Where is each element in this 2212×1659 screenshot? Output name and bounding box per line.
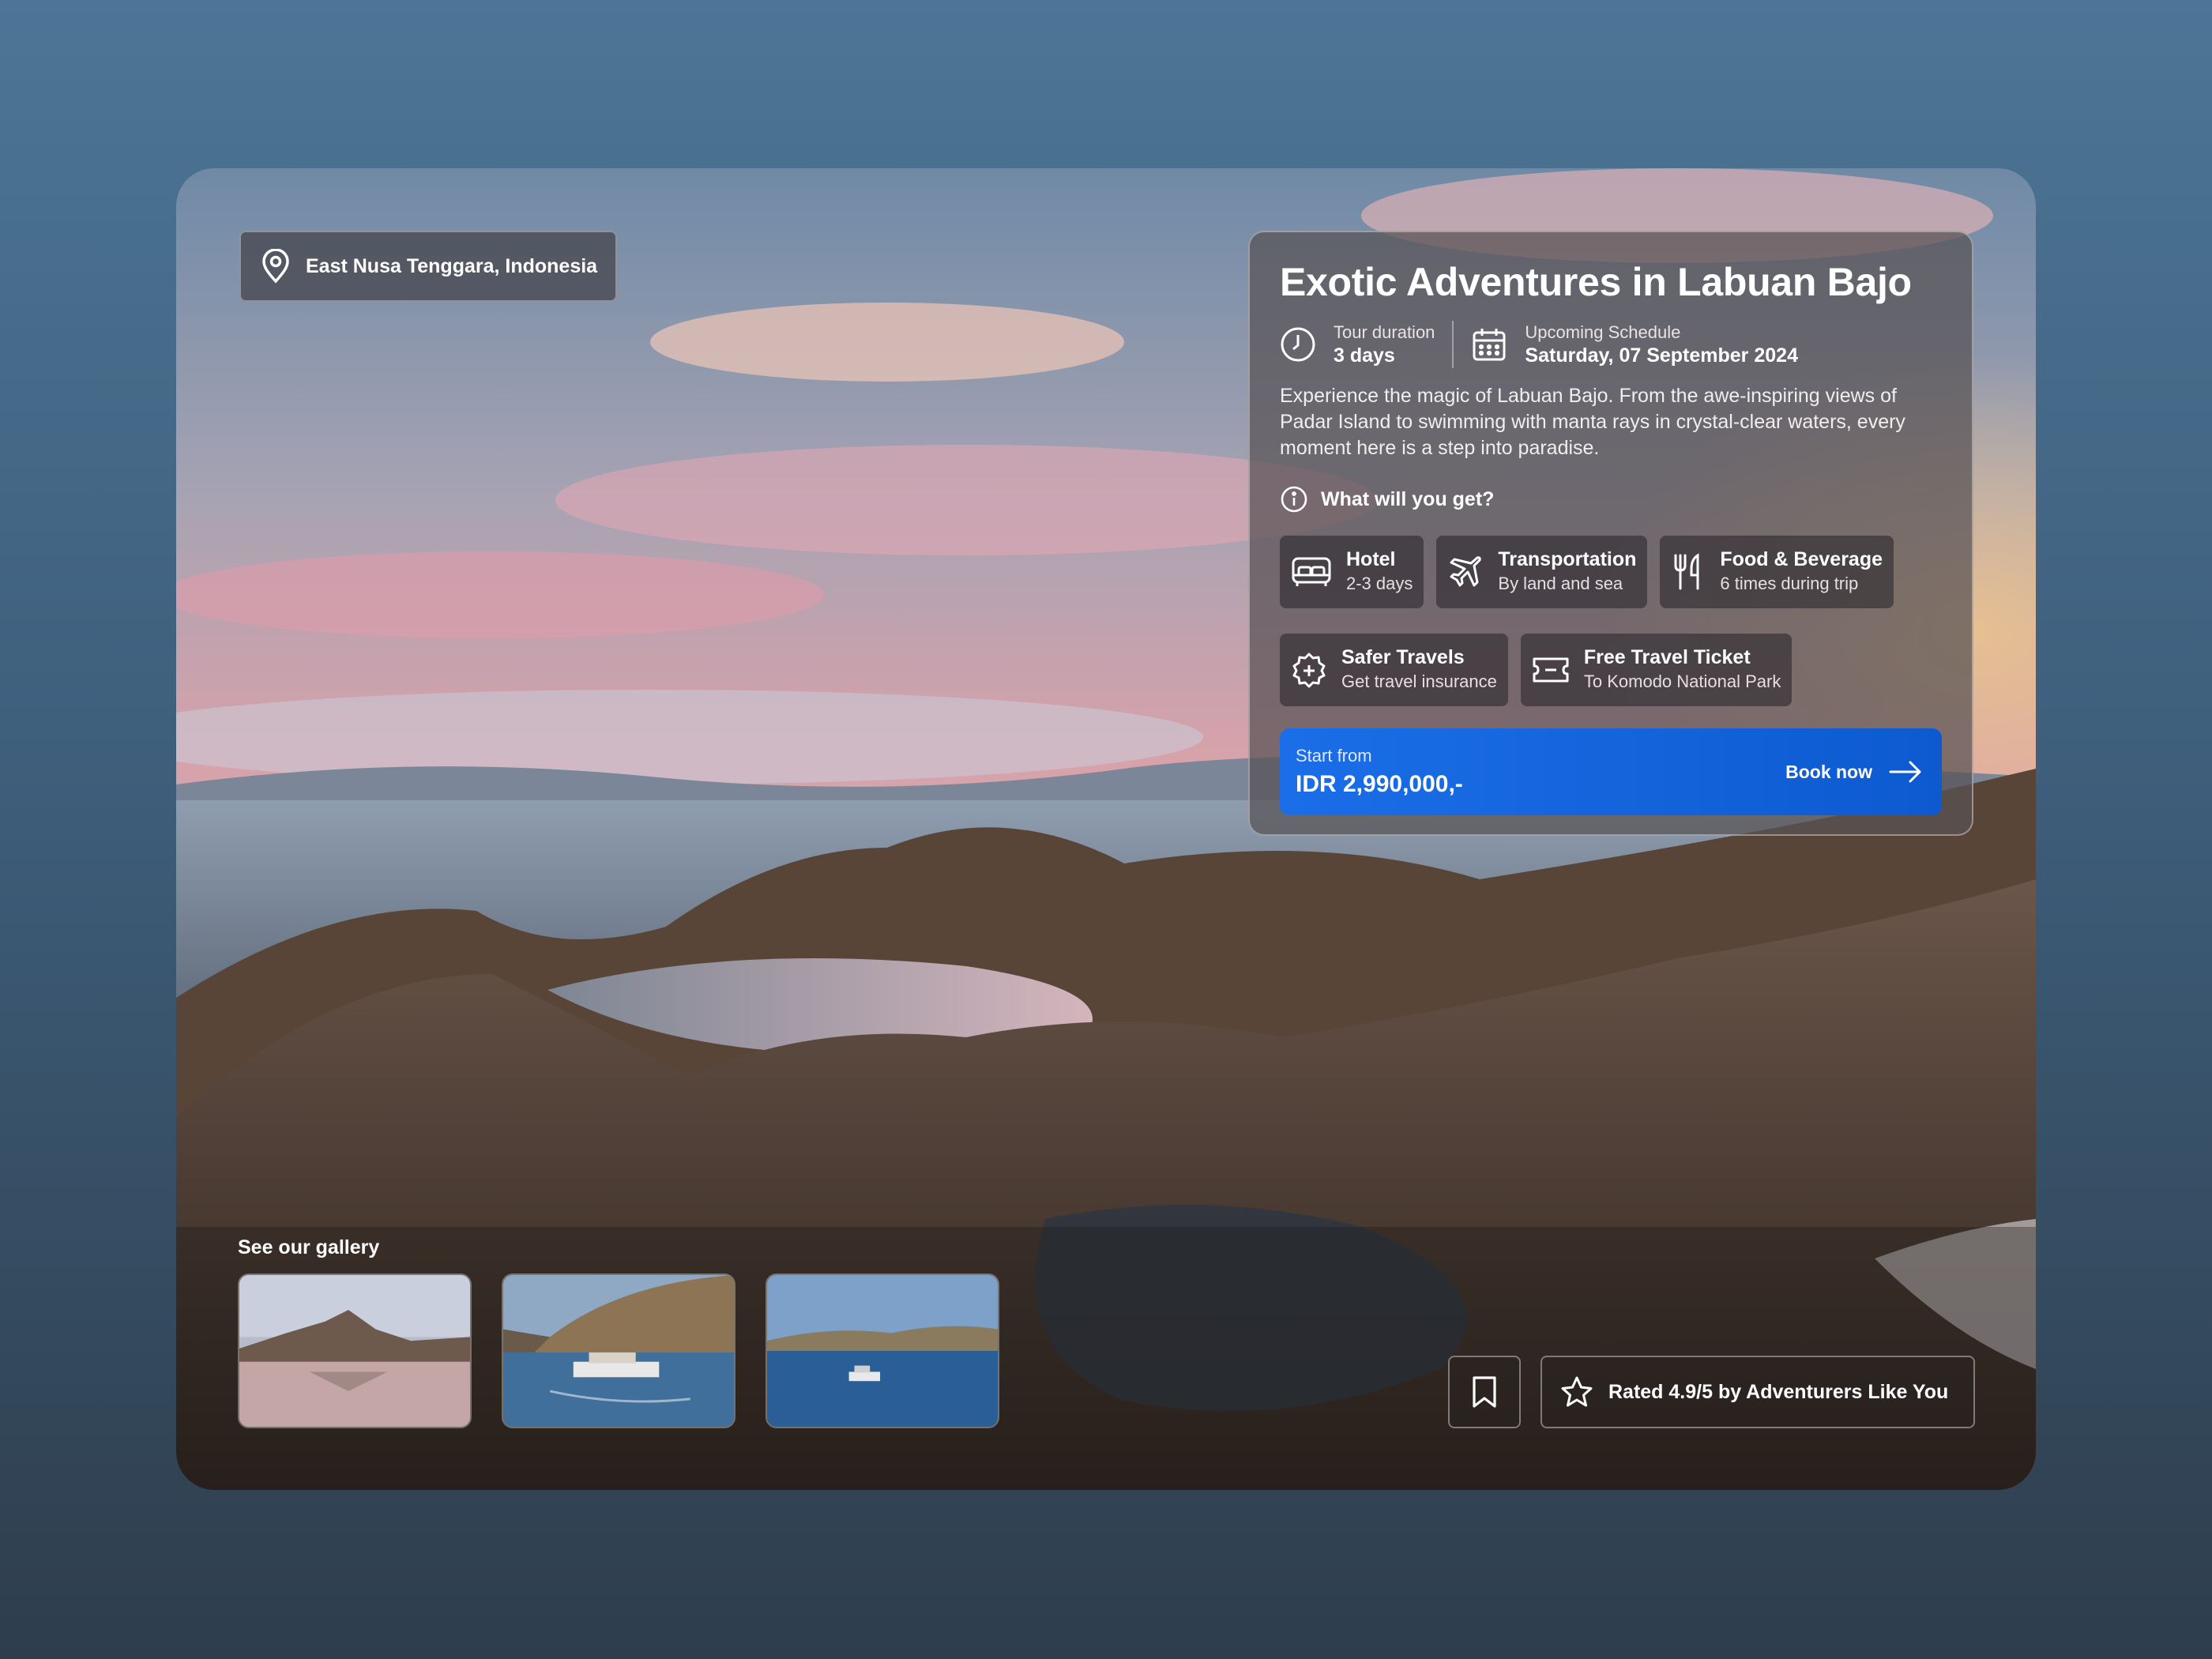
- feature-free-ticket: Free Travel Ticket To Komodo National Pa…: [1520, 634, 1793, 706]
- tour-meta: Tour duration 3 days Upcoming Schedule S…: [1280, 318, 1942, 371]
- shield-badge-icon: [1292, 653, 1326, 688]
- book-now-label: Book now: [1785, 761, 1872, 782]
- feature-title: Safer Travels: [1341, 645, 1465, 668]
- arrow-right-icon: [1889, 761, 1921, 783]
- tour-duration: Tour duration 3 days: [1280, 321, 1435, 369]
- includes-heading-text: What will you get?: [1321, 487, 1495, 510]
- meta-divider: [1452, 321, 1454, 368]
- feature-subtitle: To Komodo National Park: [1583, 672, 1781, 692]
- price-value: IDR 2,990,000,-: [1296, 771, 1463, 797]
- fork-knife-icon: [1674, 553, 1699, 590]
- tour-title: Exotic Adventures in Labuan Bajo: [1280, 260, 1912, 304]
- includes-list: Hotel 2-3 days Transportation By land an…: [1280, 536, 1942, 706]
- duration-label: Tour duration: [1334, 322, 1435, 342]
- star-icon: [1561, 1376, 1593, 1407]
- feature-title: Food & Beverage: [1720, 547, 1883, 570]
- gallery-thumbnail-1[interactable]: [238, 1273, 472, 1428]
- ticket-icon: [1533, 657, 1569, 683]
- info-icon: [1281, 486, 1307, 513]
- feature-hotel: Hotel 2-3 days: [1280, 536, 1424, 608]
- duration-value: 3 days: [1334, 344, 1395, 367]
- schedule-label: Upcoming Schedule: [1525, 322, 1681, 342]
- gallery-thumbnail-2[interactable]: [502, 1273, 735, 1428]
- calendar-icon: [1473, 329, 1506, 361]
- feature-transportation: Transportation By land and sea: [1436, 536, 1648, 608]
- gallery-thumbnails: [238, 1273, 999, 1428]
- gallery-title: See our gallery: [238, 1236, 380, 1258]
- start-from-label: Start from: [1296, 746, 1372, 766]
- location-text: East Nusa Tenggara, Indonesia: [306, 254, 598, 277]
- tour-schedule: Upcoming Schedule Saturday, 07 September…: [1471, 321, 1798, 369]
- bookmark-button[interactable]: [1448, 1356, 1521, 1428]
- bed-icon: [1292, 557, 1331, 586]
- feature-subtitle: 6 times during trip: [1720, 574, 1859, 594]
- tour-info-panel: Exotic Adventures in Labuan Bajo Tour du…: [1248, 231, 1973, 836]
- feature-safer-travels: Safer Travels Get travel insurance: [1280, 634, 1508, 706]
- rating-text: Rated 4.9/5 by Adventurers Like You: [1608, 1380, 1949, 1403]
- book-now-button[interactable]: Start from IDR 2,990,000,- Book now: [1280, 728, 1942, 815]
- map-pin-icon: [262, 249, 289, 284]
- feature-subtitle: By land and sea: [1498, 574, 1623, 594]
- rating-badge: Rated 4.9/5 by Adventurers Like You: [1540, 1356, 1975, 1428]
- tour-card: East Nusa Tenggara, Indonesia Exotic Adv…: [176, 168, 2036, 1490]
- clock-icon: [1281, 327, 1315, 362]
- schedule-value: Saturday, 07 September 2024: [1525, 344, 1798, 367]
- location-badge: East Nusa Tenggara, Indonesia: [239, 231, 617, 302]
- bookmark-icon: [1473, 1376, 1496, 1408]
- feature-subtitle: 2-3 days: [1346, 574, 1413, 594]
- feature-title: Transportation: [1498, 547, 1637, 570]
- feature-food-beverage: Food & Beverage 6 times during trip: [1660, 536, 1894, 608]
- includes-heading: What will you get?: [1280, 485, 1942, 514]
- airplane-icon: [1450, 556, 1482, 587]
- feature-title: Hotel: [1346, 547, 1396, 570]
- gallery-thumbnail-3[interactable]: [766, 1273, 999, 1428]
- feature-subtitle: Get travel insurance: [1341, 672, 1497, 692]
- tour-description: Experience the magic of Labuan Bajo. Fro…: [1280, 385, 1905, 459]
- feature-title: Free Travel Ticket: [1583, 645, 1751, 668]
